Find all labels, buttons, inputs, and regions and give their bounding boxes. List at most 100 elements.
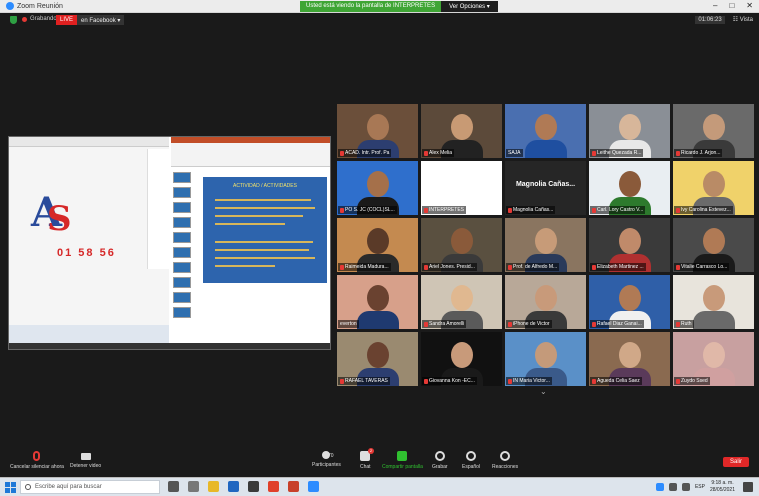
tray-date: 28/05/2021 [709, 487, 735, 493]
muted-microphone-icon [592, 378, 596, 384]
file-explorer-icon[interactable] [208, 481, 219, 492]
participant-name-label: Carl. Lory Castro V... [590, 206, 646, 214]
muted-microphone-icon [592, 207, 596, 213]
participant-figure [693, 311, 735, 329]
store-icon[interactable] [248, 481, 259, 492]
participant-tile[interactable]: Elizabeth Martinez ... [589, 218, 670, 272]
meeting-toolbar: Cancelar silenciar ahora Detener video P… [0, 447, 759, 477]
record-button[interactable]: Grabar [432, 451, 448, 470]
participant-name-label: INTERPRETES [422, 206, 467, 214]
participant-name: Elizabeth Martinez ... [597, 264, 644, 270]
participant-tile[interactable]: Sandra Amorelli [421, 275, 502, 329]
participant-tile[interactable]: Agueda Celia Saez [589, 332, 670, 386]
meeting-timer: 01:06:23 [695, 16, 725, 24]
zoom-taskbar-icon[interactable] [308, 481, 319, 492]
participant-tile[interactable]: Vitalie Carrasco Lo... [673, 218, 754, 272]
participant-face [703, 228, 725, 254]
participant-name: Agueda Celia Saez [597, 378, 640, 384]
participant-name-label: PO S. JC (COCL)SL... [338, 206, 397, 214]
participant-name: Carl. Lory Castro V... [597, 207, 644, 213]
tray-volume-icon[interactable] [681, 483, 690, 491]
participant-name: Rafael Diaz Ganai... [597, 321, 642, 327]
task-view-icon[interactable] [168, 481, 179, 492]
participant-tile[interactable]: Raimeida Madura... [337, 218, 418, 272]
participant-tile[interactable]: Zuydo Ssed [673, 332, 754, 386]
participant-tile[interactable]: Ruth [673, 275, 754, 329]
mail-icon[interactable] [228, 481, 239, 492]
participant-tile[interactable]: RAFAEL TAVERAS [337, 332, 418, 386]
participant-tile[interactable]: Leithe Quezada R... [589, 104, 670, 158]
participant-tile[interactable]: Carl. Lory Castro V... [589, 161, 670, 215]
tray-network-icon[interactable] [668, 483, 677, 491]
meeting-topbar: Grabando LIVE en Facebook ▾ 01:06:23 ☷ V… [0, 13, 759, 28]
recording-indicator[interactable]: Grabando [22, 16, 57, 22]
video-camera-icon [80, 453, 91, 460]
mute-button[interactable]: Cancelar silenciar ahora [10, 451, 64, 470]
live-stream-indicator[interactable]: LIVE en Facebook ▾ [56, 15, 125, 25]
participant-tile[interactable]: Giovanna Kon -EC... [421, 332, 502, 386]
tray-zoom-icon[interactable] [655, 483, 664, 491]
security-shield-icon[interactable] [10, 16, 17, 24]
chat-button[interactable]: Chat [360, 451, 371, 470]
participant-face [703, 342, 725, 368]
participant-name: iPhone de Victor [513, 321, 550, 327]
participant-name-label: Agueda Celia Saez [590, 377, 642, 385]
tray-language[interactable]: ESP [695, 484, 705, 490]
participant-tile[interactable]: Ivy Carolina Estevez... [673, 161, 754, 215]
participant-tile[interactable]: INTERPRETES [421, 161, 502, 215]
gallery-next-page-icon[interactable]: ⌄ [540, 387, 547, 396]
microphone-off-icon [33, 451, 41, 461]
notifications-icon[interactable] [743, 482, 753, 492]
participant-tile[interactable]: Prof. de Alfredo M... [505, 218, 586, 272]
participant-tile[interactable]: ACAD. Intr. Prof. Pa [337, 104, 418, 158]
muted-microphone-icon [676, 150, 680, 156]
participant-face [703, 171, 725, 197]
live-target-dropdown[interactable]: en Facebook ▾ [77, 15, 125, 25]
smiley-icon [500, 451, 511, 461]
tray-clock[interactable]: 9:18 a. m. 28/05/2021 [710, 480, 735, 494]
share-screen-button[interactable]: Compartir pantalla [382, 451, 423, 470]
maximize-button[interactable]: □ [729, 1, 734, 10]
participant-face [367, 342, 389, 368]
participant-name-label: ACAD. Intr. Prof. Pa [338, 149, 392, 157]
minimize-button[interactable]: – [713, 1, 717, 10]
view-options-button[interactable]: Ver Opciones ▾ [441, 1, 498, 12]
muted-microphone-icon [592, 150, 596, 156]
reactions-button[interactable]: Reacciones [492, 451, 518, 470]
chrome-icon[interactable] [268, 481, 279, 492]
muted-microphone-icon [508, 264, 512, 270]
participants-button[interactable]: Participantes [312, 451, 341, 468]
view-button[interactable]: ☷ Vista [733, 16, 753, 24]
participant-tile[interactable]: Rafael Diaz Ganai... [589, 275, 670, 329]
participant-name-label: RAFAEL TAVERAS [338, 377, 390, 385]
participant-tile[interactable]: Alex Melia [421, 104, 502, 158]
participant-tile[interactable]: Ricardo J. Arjon... [673, 104, 754, 158]
muted-microphone-icon [424, 378, 428, 384]
participant-tile[interactable]: Magnolia Cañas... Magnolia Cañas... [505, 161, 586, 215]
leave-button[interactable]: Salir [722, 457, 749, 467]
participant-tile[interactable]: IN Maria Victor... [505, 332, 586, 386]
close-button[interactable]: ✕ [746, 1, 753, 10]
participant-tile[interactable]: iPhone de Victor [505, 275, 586, 329]
participant-name: SAJA [508, 150, 521, 156]
taskbar-search-input[interactable]: Escribe aquí para buscar [20, 480, 160, 494]
language-button[interactable]: Español [462, 451, 480, 470]
office-icon[interactable] [288, 481, 299, 492]
participant-name-label: Prof. de Alfredo M... [506, 263, 560, 271]
shared-screen[interactable]: A S 01 58 56 ACTIVIDAD / ACTIVIDADES [8, 136, 331, 350]
ppt-toolbar-ribbon [171, 143, 330, 167]
participant-tile[interactable]: Ariel Jones. Presid... [421, 218, 502, 272]
taskbar-app-icon[interactable] [188, 481, 199, 492]
shared-browser-window: A S 01 58 56 [9, 137, 169, 349]
participant-face [619, 285, 641, 311]
participant-name: Ricardo J. Arjon... [681, 150, 721, 156]
participant-tile[interactable]: everton [337, 275, 418, 329]
windows-start-icon[interactable] [5, 482, 16, 493]
participant-tile[interactable]: PO S. JC (COCL)SL... [337, 161, 418, 215]
muted-microphone-icon [424, 321, 428, 327]
participant-face [451, 228, 473, 254]
stop-video-button[interactable]: Detener video [70, 451, 101, 469]
record-label: Grabar [432, 464, 448, 470]
participant-name-label: Raimeida Madura... [338, 263, 391, 271]
participant-tile[interactable]: SAJA [505, 104, 586, 158]
